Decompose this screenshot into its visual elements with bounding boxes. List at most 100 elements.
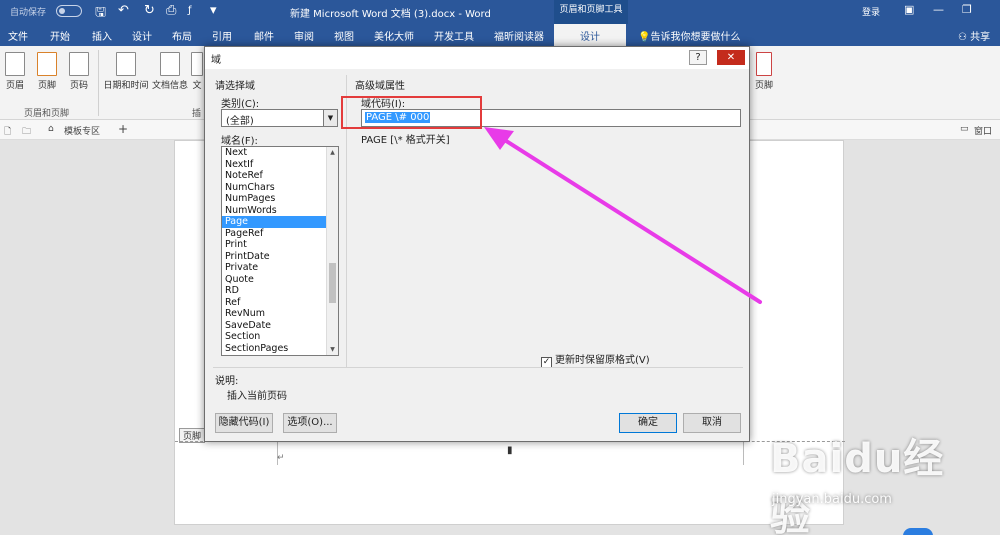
category-value: (全部) (226, 116, 254, 127)
help-button[interactable]: ? (689, 50, 707, 65)
list-scrollbar[interactable]: ▲ ▼ (326, 147, 338, 355)
close-hf-icon (756, 52, 772, 76)
ribbon-display-icon[interactable]: ▣ (904, 3, 914, 16)
tab-header-footer-design[interactable]: 设计 (554, 24, 626, 46)
date-time-button[interactable]: 日期和时间 (102, 52, 150, 91)
field-syntax-hint: PAGE [\* 格式开关] (361, 135, 450, 146)
print-preview-icon[interactable]: ⎙ (166, 3, 176, 18)
page-number-button[interactable]: 页码 (64, 52, 94, 91)
person-icon: ⚇ (958, 32, 967, 43)
list-item[interactable]: Private (222, 262, 338, 274)
tab-mailings[interactable]: 邮件 (254, 28, 274, 43)
login-link[interactable]: 登录 (862, 5, 880, 18)
home-icon[interactable]: ⌂ (48, 124, 54, 134)
tab-view[interactable]: 视图 (334, 28, 354, 43)
lightbulb-icon: 💡 (638, 32, 651, 43)
scroll-up-icon[interactable]: ▲ (327, 147, 338, 158)
list-item[interactable]: Print (222, 239, 338, 251)
list-item-selected[interactable]: Page (222, 216, 338, 228)
floating-button-partial[interactable] (903, 528, 933, 535)
share-button[interactable]: ⚇ 共享 (958, 28, 990, 43)
tab-references[interactable]: 引用 (212, 28, 232, 43)
tab-layout[interactable]: 布局 (172, 28, 192, 43)
group-header-footer-label: 页眉和页脚 (24, 109, 70, 119)
list-item[interactable]: Ref (222, 297, 338, 309)
add-tab-icon[interactable]: + (118, 122, 128, 136)
hide-codes-button[interactable]: 隐藏代码(I) (215, 413, 273, 433)
ok-button[interactable]: 确定 (619, 413, 677, 433)
list-item[interactable]: NoteRef (222, 170, 338, 182)
margin-marker-right (743, 441, 744, 465)
folder-icon[interactable]: 🗀 (22, 124, 31, 140)
advanced-props-heading: 高级域属性 (355, 81, 405, 92)
tell-me-search[interactable]: 💡告诉我你想要做什么 (638, 28, 740, 43)
dialog-separator (213, 367, 743, 368)
list-item[interactable]: RevNum (222, 308, 338, 320)
document-title: 新建 Microsoft Word 文档 (3).docx - Word (290, 9, 491, 20)
chevron-down-icon[interactable]: ▼ (323, 110, 337, 126)
list-item[interactable]: PageRef (222, 228, 338, 240)
footer-label: 页脚 (37, 81, 56, 91)
share-label: 共享 (970, 32, 991, 43)
minimize-icon[interactable]: — (933, 3, 944, 16)
partial-label: 文 (192, 81, 202, 91)
scroll-thumb[interactable] (329, 263, 336, 303)
list-item[interactable]: SaveDate (222, 320, 338, 332)
dialog-title: 域 (211, 55, 221, 66)
category-select[interactable]: (全部) ▼ (221, 109, 338, 127)
customize-icon[interactable]: ▾ (210, 3, 217, 18)
page-number-icon (69, 52, 89, 76)
tab-design[interactable]: 设计 (132, 28, 152, 43)
list-item[interactable]: NumWords (222, 205, 338, 217)
tab-developer[interactable]: 开发工具 (434, 28, 474, 43)
doc-info-button[interactable]: 文档信息 (150, 52, 190, 91)
header-button[interactable]: 页眉 (0, 52, 30, 91)
list-item[interactable]: RD (222, 285, 338, 297)
field-names-list[interactable]: Next NextIf NoteRef NumChars NumPages Nu… (221, 146, 339, 356)
choose-field-heading: 请选择域 (215, 81, 255, 92)
list-item[interactable]: PrintDate (222, 251, 338, 263)
baidu-watermark: Baidu经验 jingyan.baidu.com (770, 426, 970, 535)
tell-me-text: 告诉我你想要做什么 (650, 32, 741, 43)
close-button[interactable]: ✕ (717, 50, 745, 65)
tab-home[interactable]: 开始 (50, 28, 70, 43)
redo-icon[interactable]: ↻ (144, 3, 155, 18)
restore-icon[interactable]: ❐ (962, 3, 972, 16)
paragraph-icon[interactable]: ƒ (188, 5, 192, 16)
cancel-button[interactable]: 取消 (683, 413, 741, 433)
undo-icon[interactable]: ↶ (118, 3, 129, 18)
list-item[interactable]: NumPages (222, 193, 338, 205)
list-item[interactable]: Quote (222, 274, 338, 286)
doc-info-label: 文档信息 (151, 81, 188, 91)
save-icon[interactable]: 🖫 (95, 3, 106, 25)
tab-insert[interactable]: 插入 (92, 28, 112, 43)
list-item[interactable]: NumChars (222, 182, 338, 194)
highlight-rectangle (341, 96, 482, 129)
tab-foxit[interactable]: 福昕阅读器 (494, 28, 544, 43)
footer-button[interactable]: 页脚 (32, 52, 62, 91)
list-item[interactable]: Next (222, 147, 338, 159)
page-number-label: 页码 (69, 81, 88, 91)
ribbon-tabs: 文件 开始 插入 设计 布局 引用 邮件 审阅 视图 美化大师 开发工具 福昕阅… (0, 24, 1000, 46)
template-zone-tab[interactable]: 模板专区 (64, 124, 100, 137)
watermark-url: jingyan.baidu.com (772, 492, 892, 507)
dialog-title-bar[interactable]: 域 (205, 47, 749, 69)
preserve-format-checkbox[interactable]: ✓ 更新时保留原格式(V) (541, 351, 650, 368)
tab-beautify[interactable]: 美化大师 (374, 28, 414, 43)
paragraph-mark-icon: ↵ (277, 453, 285, 463)
tab-review[interactable]: 审阅 (294, 28, 314, 43)
window-icon[interactable]: ▭ (960, 124, 969, 134)
title-bar: 自动保存 🖫 ↶ ↻ ⎙ ƒ ▾ 新建 Microsoft Word 文档 (3… (0, 0, 1000, 24)
window-label[interactable]: 窗口 (974, 124, 992, 137)
ribbon-button-partial[interactable]: 文 (190, 52, 204, 91)
tab-file[interactable]: 文件 (8, 28, 28, 43)
new-doc-icon[interactable]: 🗋 (4, 124, 11, 140)
list-item[interactable]: Section (222, 331, 338, 343)
list-item[interactable]: NextIf (222, 159, 338, 171)
close-header-footer-button[interactable]: 页脚 (752, 52, 776, 91)
description-label: 说明: (215, 376, 239, 387)
scroll-down-icon[interactable]: ▼ (327, 344, 338, 355)
options-button[interactable]: 选项(O)... (283, 413, 337, 433)
autosave-toggle[interactable] (56, 5, 82, 17)
list-item[interactable]: SectionPages (222, 343, 338, 355)
